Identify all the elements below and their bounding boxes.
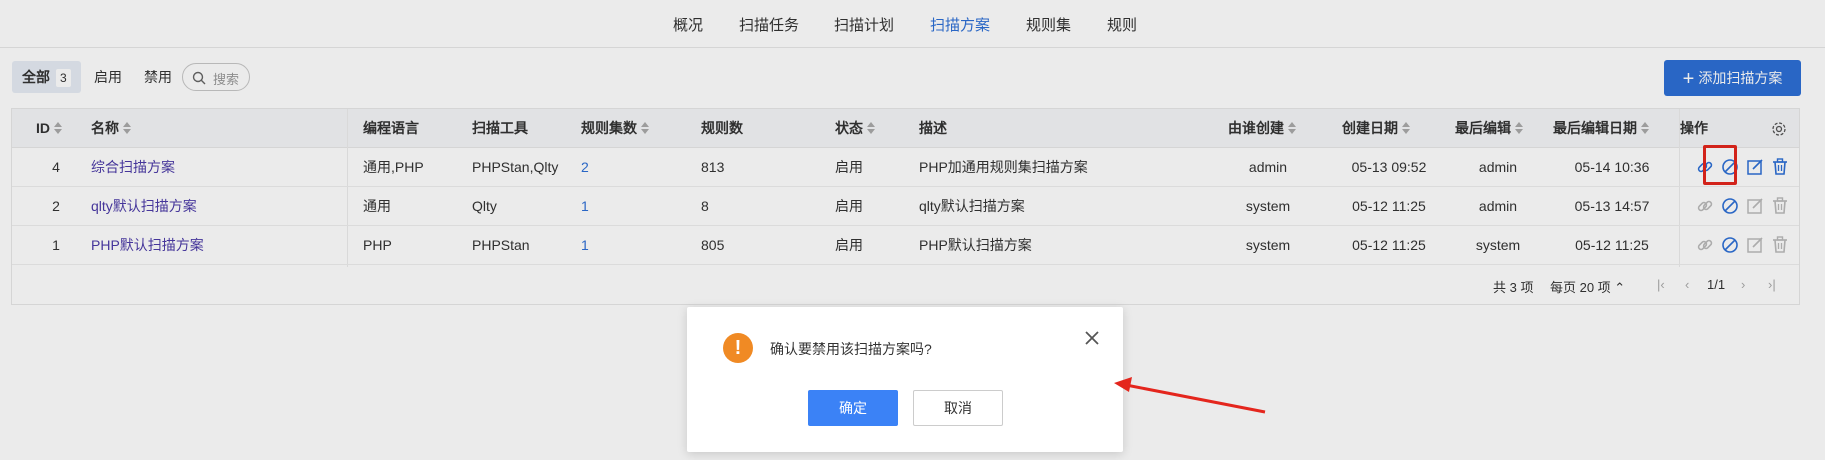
arrow-annotation	[1114, 377, 1266, 414]
warning-icon: !	[723, 333, 753, 363]
dialog-message: 确认要禁用该扫描方案吗?	[770, 341, 932, 357]
confirm-dialog: ! 确认要禁用该扫描方案吗? 确定 取消	[687, 307, 1123, 452]
cancel-button[interactable]: 取消	[913, 390, 1003, 426]
confirm-button[interactable]: 确定	[808, 390, 898, 426]
close-icon[interactable]	[1083, 329, 1101, 347]
